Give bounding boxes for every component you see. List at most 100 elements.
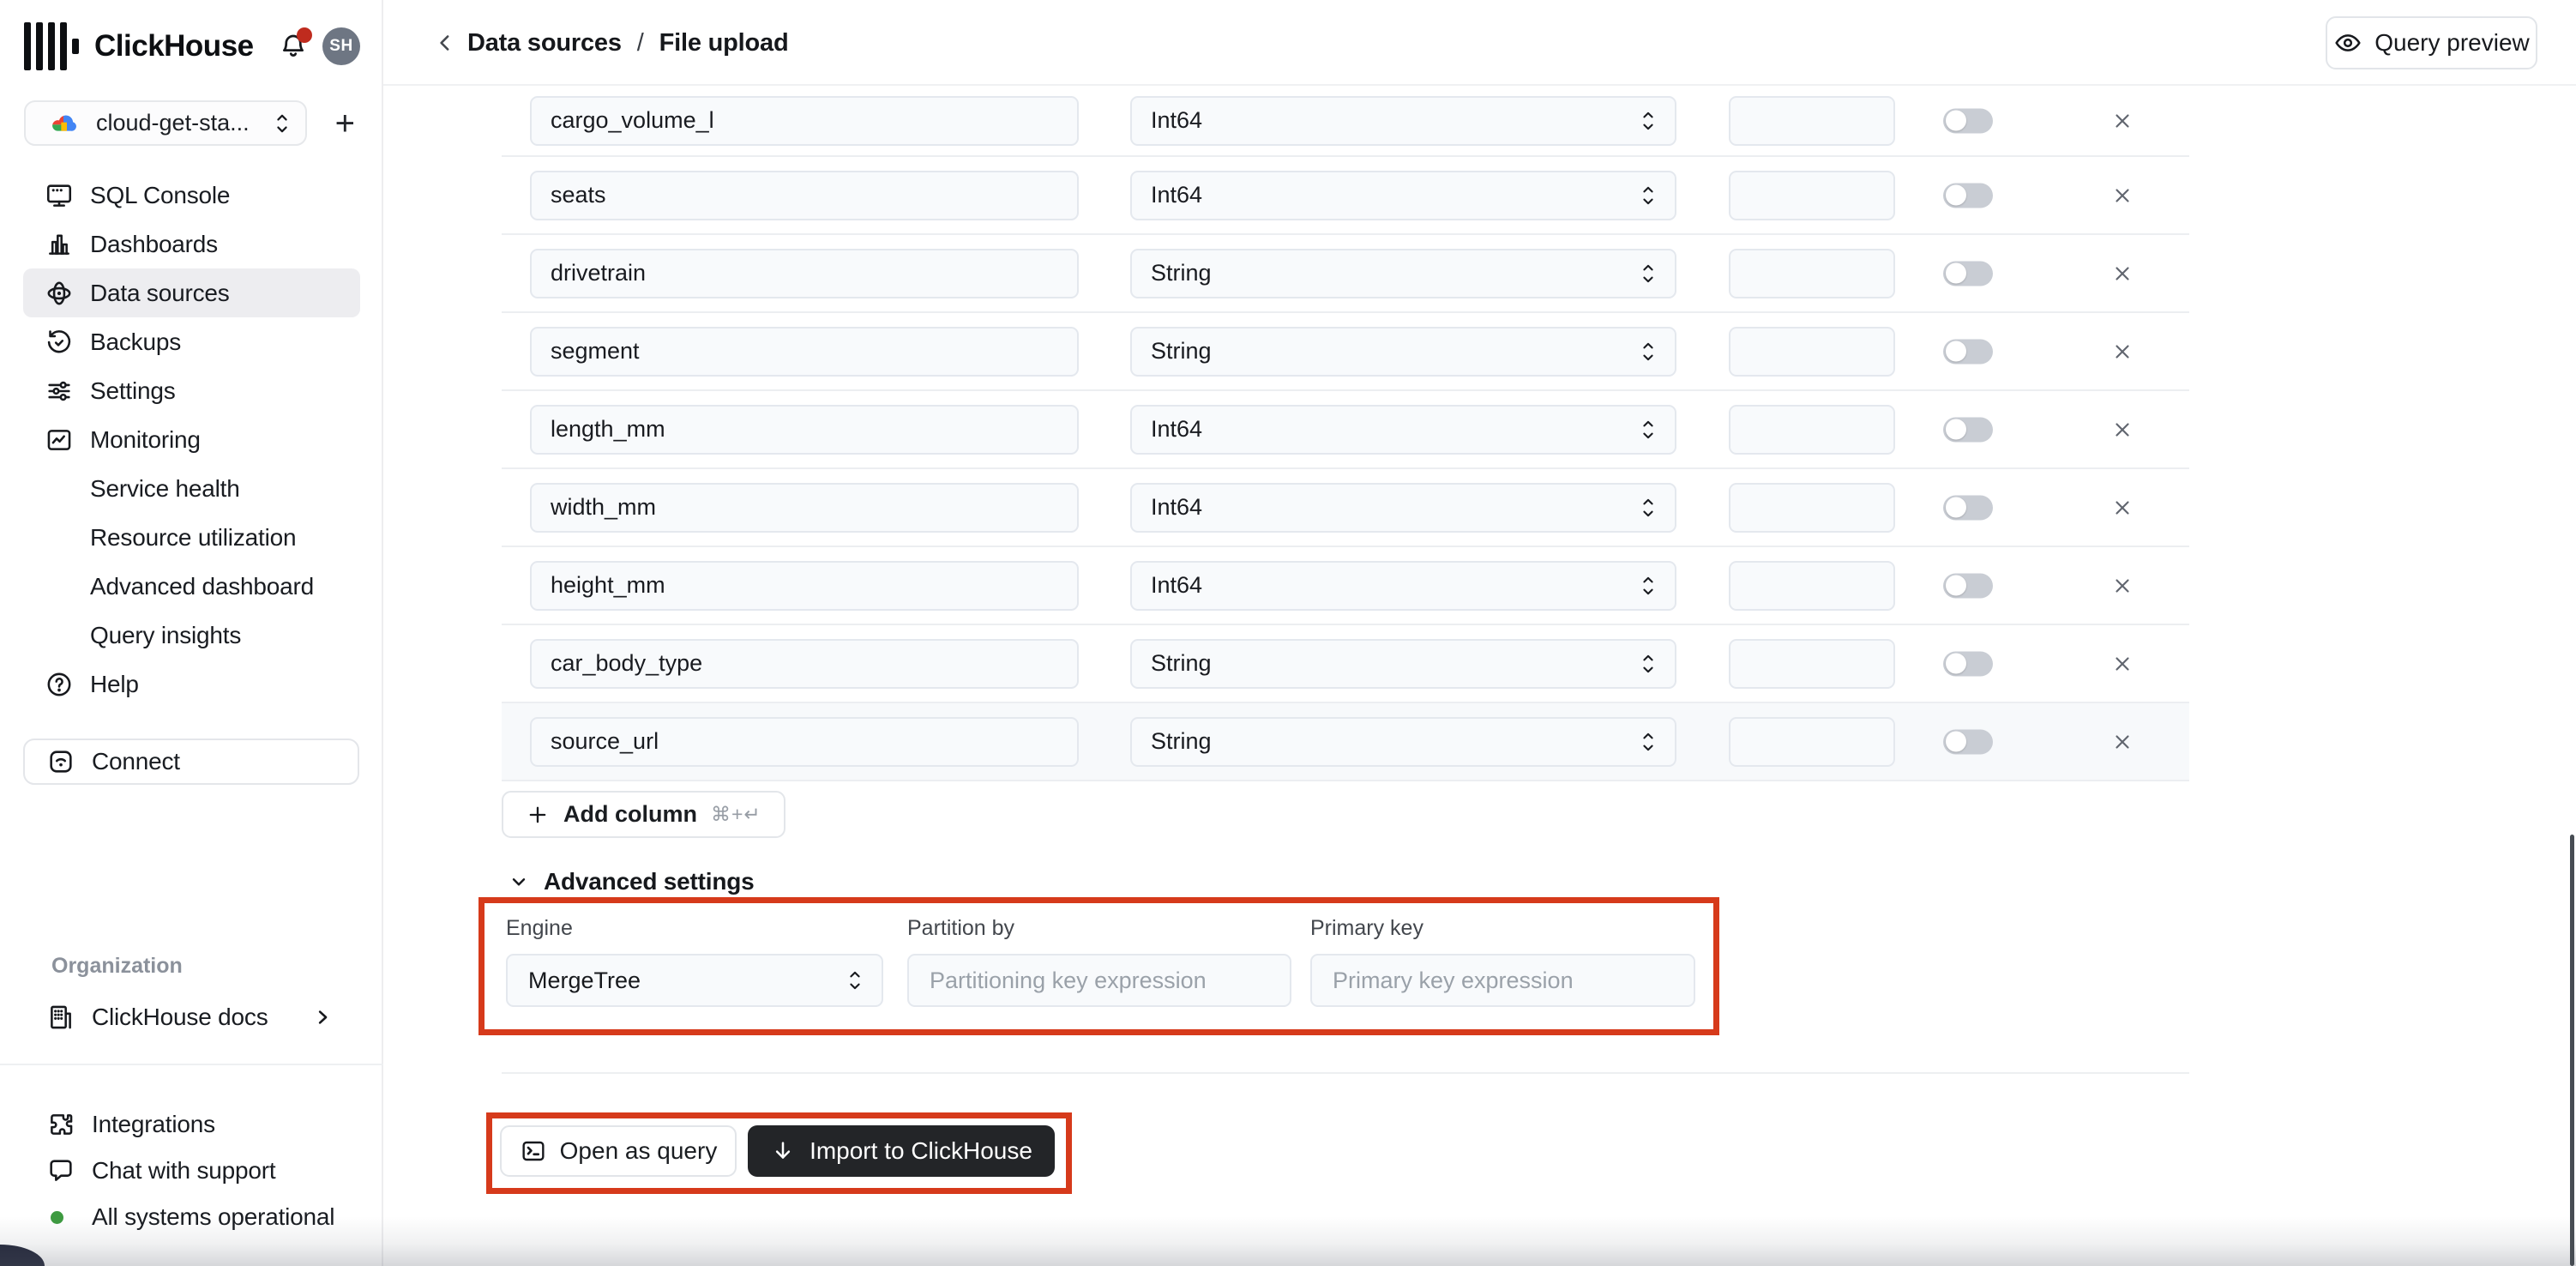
remove-column-button[interactable] xyxy=(2107,414,2138,445)
column-type-select[interactable]: Int64 xyxy=(1130,483,1676,533)
sidebar-item-label: Advanced dashboard xyxy=(90,573,314,600)
column-type-select[interactable]: String xyxy=(1130,717,1676,767)
sidebar-item-label: Settings xyxy=(90,377,176,405)
system-status[interactable]: All systems operational xyxy=(23,1194,360,1240)
column-type-select[interactable]: Int64 xyxy=(1130,405,1676,455)
sidebar-item-resource-utilization[interactable]: Resource utilization xyxy=(23,513,360,562)
sidebar-item-label: Dashboards xyxy=(90,231,218,258)
default-value-input[interactable] xyxy=(1729,96,1895,146)
column-name-input[interactable] xyxy=(530,249,1079,298)
sidebar-item-help[interactable]: Help xyxy=(23,660,360,708)
sidebar-item-chat-support[interactable]: Chat with support xyxy=(23,1148,360,1194)
service-name: cloud-get-sta... xyxy=(96,110,250,136)
default-value-input[interactable] xyxy=(1729,171,1895,220)
primary-key-input[interactable] xyxy=(1310,954,1695,1007)
column-type-select[interactable]: String xyxy=(1130,327,1676,377)
table-row: String xyxy=(502,625,2189,703)
column-type-select[interactable]: Int64 xyxy=(1130,171,1676,220)
sidebar-item-backups[interactable]: Backups xyxy=(23,317,360,366)
column-type-select[interactable]: String xyxy=(1130,249,1676,298)
query-preview-button[interactable]: Query preview xyxy=(2326,16,2537,69)
column-name-input[interactable] xyxy=(530,639,1079,689)
vertical-scrollbar[interactable] xyxy=(2570,835,2574,1266)
service-selector[interactable]: cloud-get-sta... xyxy=(24,100,307,146)
default-value-input[interactable] xyxy=(1729,249,1895,298)
default-value-input[interactable] xyxy=(1729,327,1895,377)
remove-column-button[interactable] xyxy=(2107,106,2138,136)
help-icon xyxy=(44,669,75,700)
column-name-input[interactable] xyxy=(530,483,1079,533)
default-value-input[interactable] xyxy=(1729,483,1895,533)
column-type-select[interactable]: Int64 xyxy=(1130,561,1676,611)
remove-column-button[interactable] xyxy=(2107,570,2138,601)
back-button[interactable] xyxy=(424,22,466,63)
sidebar-item-sql-console[interactable]: SQL Console xyxy=(23,171,360,220)
notifications-button[interactable] xyxy=(276,27,310,65)
advanced-settings-toggle[interactable]: Advanced settings xyxy=(508,868,755,895)
remove-column-button[interactable] xyxy=(2107,492,2138,523)
status-dot xyxy=(51,1211,63,1224)
default-value-input[interactable] xyxy=(1729,405,1895,455)
chevron-updown-icon xyxy=(1639,572,1658,600)
nullable-toggle[interactable] xyxy=(1943,651,1993,676)
column-name-input[interactable] xyxy=(530,405,1079,455)
column-type-select[interactable]: Int64 xyxy=(1130,96,1676,146)
nullable-toggle[interactable] xyxy=(1943,339,1993,364)
column-name-input[interactable] xyxy=(530,327,1079,377)
nullable-toggle[interactable] xyxy=(1943,183,1993,208)
integrations-label: Integrations xyxy=(92,1111,215,1138)
column-name-input[interactable] xyxy=(530,717,1079,767)
nullable-toggle[interactable] xyxy=(1943,495,1993,520)
remove-column-button[interactable] xyxy=(2107,648,2138,679)
default-value-input[interactable] xyxy=(1729,639,1895,689)
toggle-knob xyxy=(1946,732,1966,752)
sidebar-item-docs[interactable]: ClickHouse docs xyxy=(23,993,360,1041)
table-row: String xyxy=(502,235,2189,313)
remove-column-button[interactable] xyxy=(2107,336,2138,367)
column-name-input[interactable] xyxy=(530,96,1079,146)
nullable-toggle[interactable] xyxy=(1943,261,1993,286)
column-name-input[interactable] xyxy=(530,561,1079,611)
backups-icon xyxy=(44,327,75,358)
close-icon xyxy=(2111,262,2134,285)
remove-column-button[interactable] xyxy=(2107,258,2138,289)
avatar[interactable]: SH xyxy=(322,27,360,65)
default-value-input[interactable] xyxy=(1729,717,1895,767)
sidebar-item-dashboards[interactable]: Dashboards xyxy=(23,220,360,268)
sidebar-item-service-health[interactable]: Service health xyxy=(23,464,360,513)
sidebar-item-advanced-dashboard[interactable]: Advanced dashboard xyxy=(23,562,360,611)
toggle-knob xyxy=(1946,497,1966,518)
column-name-input[interactable] xyxy=(530,171,1079,220)
column-type-value: String xyxy=(1151,260,1212,286)
toggle-knob xyxy=(1946,263,1966,284)
sidebar-item-monitoring[interactable]: Monitoring xyxy=(23,415,360,464)
remove-column-button[interactable] xyxy=(2107,180,2138,211)
open-as-query-button[interactable]: Open as query xyxy=(500,1125,737,1177)
partition-by-input[interactable] xyxy=(907,954,1291,1007)
sidebar-item-data-sources[interactable]: Data sources xyxy=(23,268,360,317)
sidebar-item-query-insights[interactable]: Query insights xyxy=(23,611,360,660)
nullable-toggle[interactable] xyxy=(1943,573,1993,598)
engine-select[interactable]: MergeTree xyxy=(506,954,883,1007)
docs-label: ClickHouse docs xyxy=(92,1004,268,1031)
nullable-toggle[interactable] xyxy=(1943,729,1993,754)
add-service-button[interactable]: + xyxy=(330,106,360,141)
section-divider xyxy=(502,1072,2189,1074)
column-type-select[interactable]: String xyxy=(1130,639,1676,689)
status-label: All systems operational xyxy=(92,1203,334,1231)
breadcrumb-parent[interactable]: Data sources xyxy=(467,29,622,57)
default-value-input[interactable] xyxy=(1729,561,1895,611)
advanced-settings-title: Advanced settings xyxy=(544,868,755,895)
engine-label: Engine xyxy=(506,916,573,941)
nullable-toggle[interactable] xyxy=(1943,108,1993,133)
query-preview-label: Query preview xyxy=(2374,29,2530,57)
add-column-button[interactable]: Add column ⌘+↵ xyxy=(502,791,785,838)
sidebar-item-settings[interactable]: Settings xyxy=(23,366,360,415)
partition-by-label: Partition by xyxy=(907,916,1014,941)
nullable-toggle[interactable] xyxy=(1943,417,1993,442)
import-button[interactable]: Import to ClickHouse xyxy=(748,1125,1055,1177)
column-type-value: Int64 xyxy=(1151,494,1202,521)
connect-button[interactable]: Connect xyxy=(23,738,359,785)
remove-column-button[interactable] xyxy=(2107,726,2138,757)
sidebar-item-integrations[interactable]: Integrations xyxy=(23,1101,360,1148)
